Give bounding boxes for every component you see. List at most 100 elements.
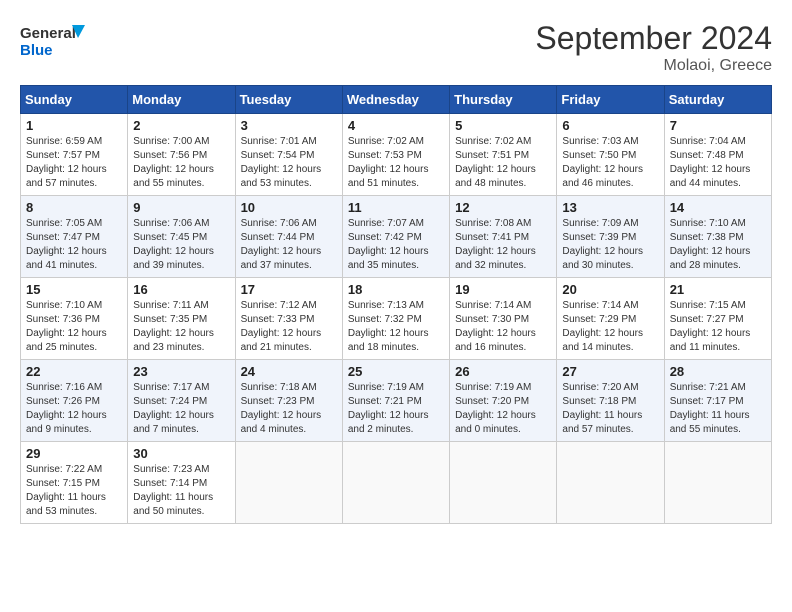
day-detail: Sunrise: 7:01 AMSunset: 7:54 PMDaylight:… — [241, 135, 337, 191]
header-tuesday: Tuesday — [235, 86, 342, 114]
day-detail: Sunrise: 7:22 AMSunset: 7:15 PMDaylight:… — [26, 463, 122, 519]
calendar-cell: 19 Sunrise: 7:14 AMSunset: 7:30 PMDayligh… — [450, 278, 557, 360]
day-number: 22 — [26, 364, 122, 379]
day-number: 4 — [348, 118, 444, 133]
calendar-cell: 26Sunrise: 7:19 AMSunset: 7:20 PMDayligh… — [450, 360, 557, 442]
day-number: 1 — [26, 118, 122, 133]
day-detail: Sunrise: 7:21 AMSunset: 7:17 PMDaylight:… — [670, 381, 766, 437]
calendar-cell: 17Sunrise: 7:12 AMSunset: 7:33 PMDayligh… — [235, 278, 342, 360]
day-detail: Sunrise: 7:11 AMSunset: 7:35 PMDaylight:… — [133, 299, 229, 355]
day-detail: Sunrise: 7:17 AMSunset: 7:24 PMDaylight:… — [133, 381, 229, 437]
day-number: 20 — [562, 282, 658, 297]
calendar-cell: 6 Sunrise: 7:03 AMSunset: 7:50 PMDaylight… — [557, 114, 664, 196]
calendar-cell: 7 Sunrise: 7:04 AMSunset: 7:48 PMDaylight… — [664, 114, 771, 196]
calendar-cell: 12Sunrise: 7:08 AMSunset: 7:41 PMDayligh… — [450, 196, 557, 278]
day-number: 27 — [562, 364, 658, 379]
day-detail: Sunrise: 7:23 AMSunset: 7:14 PMDaylight:… — [133, 463, 229, 519]
calendar-cell: 11Sunrise: 7:07 AMSunset: 7:42 PMDayligh… — [342, 196, 449, 278]
calendar-cell — [235, 442, 342, 524]
day-detail: Sunrise: 7:06 AMSunset: 7:44 PMDaylight:… — [241, 217, 337, 273]
day-number: 26 — [455, 364, 551, 379]
day-detail: Sunrise: 7:18 AMSunset: 7:23 PMDaylight:… — [241, 381, 337, 437]
day-detail: Sunrise: 7:02 AMSunset: 7:53 PMDaylight:… — [348, 135, 444, 191]
day-detail: Sunrise: 7:09 AMSunset: 7:39 PMDaylight:… — [562, 217, 658, 273]
calendar-subtitle: Molaoi, Greece — [535, 57, 772, 75]
calendar-week-row: 8Sunrise: 7:05 AMSunset: 7:47 PMDaylight… — [21, 196, 772, 278]
day-detail: Sunrise: 7:05 AMSunset: 7:47 PMDaylight:… — [26, 217, 122, 273]
calendar-cell: 29 Sunrise: 7:22 AMSunset: 7:15 PMDayligh… — [21, 442, 128, 524]
svg-text:General: General — [20, 25, 76, 42]
day-detail: Sunrise: 6:59 AMSunset: 7:57 PMDaylight:… — [26, 135, 122, 191]
header-thursday: Thursday — [450, 86, 557, 114]
day-number: 2 — [133, 118, 229, 133]
day-number: 19 — [455, 282, 551, 297]
day-number: 10 — [241, 200, 337, 215]
calendar-cell: 24 Sunrise: 7:18 AMSunset: 7:23 PMDayligh… — [235, 360, 342, 442]
day-detail: Sunrise: 7:03 AMSunset: 7:50 PMDaylight:… — [562, 135, 658, 191]
logo-svg: GeneralBlue — [20, 20, 90, 60]
day-detail: Sunrise: 7:10 AMSunset: 7:38 PMDaylight:… — [670, 217, 766, 273]
calendar-cell — [342, 442, 449, 524]
day-detail: Sunrise: 7:06 AMSunset: 7:45 PMDaylight:… — [133, 217, 229, 273]
header-sunday: Sunday — [21, 86, 128, 114]
calendar-cell: 3 Sunrise: 7:01 AMSunset: 7:54 PMDaylight… — [235, 114, 342, 196]
calendar-cell — [557, 442, 664, 524]
calendar-cell: 4 Sunrise: 7:02 AMSunset: 7:53 PMDaylight… — [342, 114, 449, 196]
day-number: 17 — [241, 282, 337, 297]
page-header: GeneralBlue September 2024 Molaoi, Greec… — [20, 20, 772, 75]
title-block: September 2024 Molaoi, Greece — [535, 20, 772, 75]
day-number: 21 — [670, 282, 766, 297]
header-friday: Friday — [557, 86, 664, 114]
day-number: 16 — [133, 282, 229, 297]
day-number: 7 — [670, 118, 766, 133]
day-detail: Sunrise: 7:19 AMSunset: 7:21 PMDaylight:… — [348, 381, 444, 437]
day-detail: Sunrise: 7:00 AMSunset: 7:56 PMDaylight:… — [133, 135, 229, 191]
day-number: 14 — [670, 200, 766, 215]
calendar-cell: 5 Sunrise: 7:02 AMSunset: 7:51 PMDaylight… — [450, 114, 557, 196]
calendar-cell — [450, 442, 557, 524]
day-number: 29 — [26, 446, 122, 461]
calendar-cell: 15 Sunrise: 7:10 AMSunset: 7:36 PMDayligh… — [21, 278, 128, 360]
day-number: 9 — [133, 200, 229, 215]
day-number: 5 — [455, 118, 551, 133]
calendar-week-row: 1 Sunrise: 6:59 AMSunset: 7:57 PMDaylight… — [21, 114, 772, 196]
calendar-cell: 27Sunrise: 7:20 AMSunset: 7:18 PMDayligh… — [557, 360, 664, 442]
day-detail: Sunrise: 7:07 AMSunset: 7:42 PMDaylight:… — [348, 217, 444, 273]
day-number: 6 — [562, 118, 658, 133]
calendar-week-row: 15 Sunrise: 7:10 AMSunset: 7:36 PMDayligh… — [21, 278, 772, 360]
day-number: 30 — [133, 446, 229, 461]
day-number: 18 — [348, 282, 444, 297]
day-detail: Sunrise: 7:14 AMSunset: 7:30 PMDaylight:… — [455, 299, 551, 355]
calendar-cell: 30 Sunrise: 7:23 AMSunset: 7:14 PMDayligh… — [128, 442, 235, 524]
weekday-header-row: Sunday Monday Tuesday Wednesday Thursday… — [21, 86, 772, 114]
calendar-cell: 10 Sunrise: 7:06 AMSunset: 7:44 PMDayligh… — [235, 196, 342, 278]
calendar-table: Sunday Monday Tuesday Wednesday Thursday… — [20, 85, 772, 524]
svg-text:Blue: Blue — [20, 42, 53, 59]
calendar-cell: 22Sunrise: 7:16 AMSunset: 7:26 PMDayligh… — [21, 360, 128, 442]
day-number: 3 — [241, 118, 337, 133]
day-detail: Sunrise: 7:08 AMSunset: 7:41 PMDaylight:… — [455, 217, 551, 273]
day-number: 15 — [26, 282, 122, 297]
day-detail: Sunrise: 7:04 AMSunset: 7:48 PMDaylight:… — [670, 135, 766, 191]
calendar-cell: 21 Sunrise: 7:15 AMSunset: 7:27 PMDayligh… — [664, 278, 771, 360]
calendar-cell: 2 Sunrise: 7:00 AMSunset: 7:56 PMDaylight… — [128, 114, 235, 196]
day-detail: Sunrise: 7:02 AMSunset: 7:51 PMDaylight:… — [455, 135, 551, 191]
day-number: 24 — [241, 364, 337, 379]
calendar-cell: 9 Sunrise: 7:06 AMSunset: 7:45 PMDaylight… — [128, 196, 235, 278]
calendar-cell: 20Sunrise: 7:14 AMSunset: 7:29 PMDayligh… — [557, 278, 664, 360]
calendar-week-row: 22Sunrise: 7:16 AMSunset: 7:26 PMDayligh… — [21, 360, 772, 442]
calendar-cell — [664, 442, 771, 524]
day-detail: Sunrise: 7:13 AMSunset: 7:32 PMDaylight:… — [348, 299, 444, 355]
header-wednesday: Wednesday — [342, 86, 449, 114]
calendar-cell: 28Sunrise: 7:21 AMSunset: 7:17 PMDayligh… — [664, 360, 771, 442]
day-detail: Sunrise: 7:15 AMSunset: 7:27 PMDaylight:… — [670, 299, 766, 355]
day-number: 23 — [133, 364, 229, 379]
calendar-cell: 14 Sunrise: 7:10 AMSunset: 7:38 PMDayligh… — [664, 196, 771, 278]
calendar-cell: 16 Sunrise: 7:11 AMSunset: 7:35 PMDayligh… — [128, 278, 235, 360]
header-saturday: Saturday — [664, 86, 771, 114]
calendar-cell: 25Sunrise: 7:19 AMSunset: 7:21 PMDayligh… — [342, 360, 449, 442]
calendar-cell: 18 Sunrise: 7:13 AMSunset: 7:32 PMDayligh… — [342, 278, 449, 360]
calendar-cell: 23 Sunrise: 7:17 AMSunset: 7:24 PMDayligh… — [128, 360, 235, 442]
day-detail: Sunrise: 7:10 AMSunset: 7:36 PMDaylight:… — [26, 299, 122, 355]
calendar-cell: 8Sunrise: 7:05 AMSunset: 7:47 PMDaylight… — [21, 196, 128, 278]
